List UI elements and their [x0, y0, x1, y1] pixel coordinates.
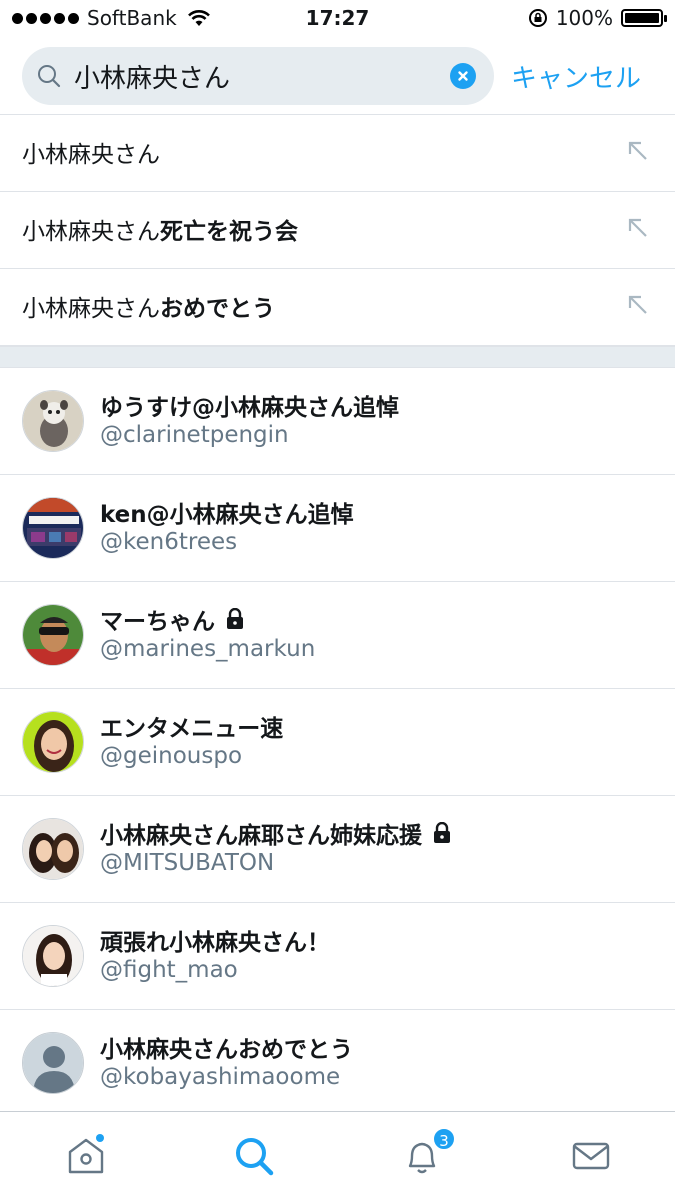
user-display-name: ゆうすけ@小林麻央さん追悼 — [100, 395, 399, 421]
user-display-name: ken@小林麻央さん追悼 — [100, 502, 354, 528]
cancel-button[interactable]: キャンセル — [511, 58, 641, 95]
user-result-item[interactable]: マーちゃん @marines_markun — [0, 582, 675, 689]
user-result-item[interactable]: ゆうすけ@小林麻央さん追悼 @clarinetpengin — [0, 368, 675, 475]
fill-query-arrow-icon[interactable] — [627, 294, 649, 316]
lock-icon — [227, 608, 243, 629]
user-display-name: マーちゃん — [100, 602, 245, 636]
tab-bar: 3 — [0, 1111, 675, 1200]
home-icon — [68, 1134, 104, 1174]
rotation-lock-icon — [528, 9, 547, 27]
avatar[interactable] — [22, 711, 84, 773]
avatar[interactable] — [22, 497, 84, 559]
avatar[interactable] — [22, 604, 84, 666]
suggestion-item[interactable]: 小林麻央さん — [0, 115, 675, 192]
battery-percentage: 100% — [555, 6, 613, 30]
tab-home[interactable] — [64, 1134, 108, 1178]
user-display-name: エンタメニュー速 — [100, 716, 284, 742]
user-handle: @geinouspo — [100, 743, 243, 769]
close-icon — [458, 71, 468, 81]
user-result-item[interactable]: 小林麻央さんおめでとう @kobayashimaoome — [0, 1010, 675, 1114]
user-handle: @kobayashimaoome — [100, 1064, 341, 1090]
default-avatar-icon — [23, 1033, 83, 1093]
user-handle: @clarinetpengin — [100, 422, 289, 448]
avatar[interactable] — [22, 818, 84, 880]
notification-badge: 3 — [432, 1127, 456, 1151]
user-handle: @marines_markun — [100, 636, 316, 662]
fill-query-arrow-icon[interactable] — [627, 140, 649, 162]
avatar[interactable] — [22, 390, 84, 452]
suggestion-item[interactable]: 小林麻央さん死亡を祝う会 — [0, 192, 675, 269]
user-result-item[interactable]: 頑張れ小林麻央さん！ @fight_mao — [0, 903, 675, 1010]
avatar[interactable] — [22, 1032, 84, 1094]
suggestion-text: 小林麻央さんおめでとう — [22, 296, 275, 322]
status-bar: SoftBank 17:27 100% — [0, 0, 675, 38]
suggestion-item[interactable]: 小林麻央さんおめでとう — [0, 269, 675, 346]
tab-search[interactable] — [232, 1134, 276, 1178]
fill-query-arrow-icon[interactable] — [627, 217, 649, 239]
clear-search-button[interactable] — [450, 63, 476, 89]
search-suggestions: 小林麻央さん 小林麻央さん死亡を祝う会 小林麻央さんおめでとう — [0, 115, 675, 346]
avatar[interactable] — [22, 925, 84, 987]
suggestion-text: 小林麻央さん死亡を祝う会 — [22, 219, 298, 245]
lock-icon — [434, 822, 450, 843]
search-header: キャンセル — [0, 38, 675, 115]
tab-messages[interactable] — [569, 1134, 613, 1178]
user-result-item[interactable]: 小林麻央さん麻耶さん姉妹応援 @MITSUBATON — [0, 796, 675, 903]
user-display-name: 小林麻央さん麻耶さん姉妹応援 — [100, 816, 452, 850]
user-results: ゆうすけ@小林麻央さん追悼 @clarinetpengin ken@小林麻央さん… — [0, 368, 675, 1114]
user-handle: @MITSUBATON — [100, 850, 275, 876]
user-handle: @fight_mao — [100, 957, 238, 983]
messages-icon — [572, 1142, 610, 1170]
search-box[interactable] — [22, 47, 494, 105]
search-input[interactable] — [74, 57, 444, 95]
search-icon — [236, 1138, 274, 1176]
section-divider — [0, 346, 675, 368]
battery-icon — [621, 9, 667, 27]
user-display-name: 小林麻央さんおめでとう — [100, 1037, 353, 1063]
user-result-item[interactable]: エンタメニュー速 @geinouspo — [0, 689, 675, 796]
user-result-item[interactable]: ken@小林麻央さん追悼 @ken6trees — [0, 475, 675, 582]
user-handle: @ken6trees — [100, 529, 238, 555]
search-icon — [38, 65, 61, 88]
suggestion-text: 小林麻央さん — [22, 142, 160, 168]
user-display-name: 頑張れ小林麻央さん！ — [100, 930, 330, 956]
